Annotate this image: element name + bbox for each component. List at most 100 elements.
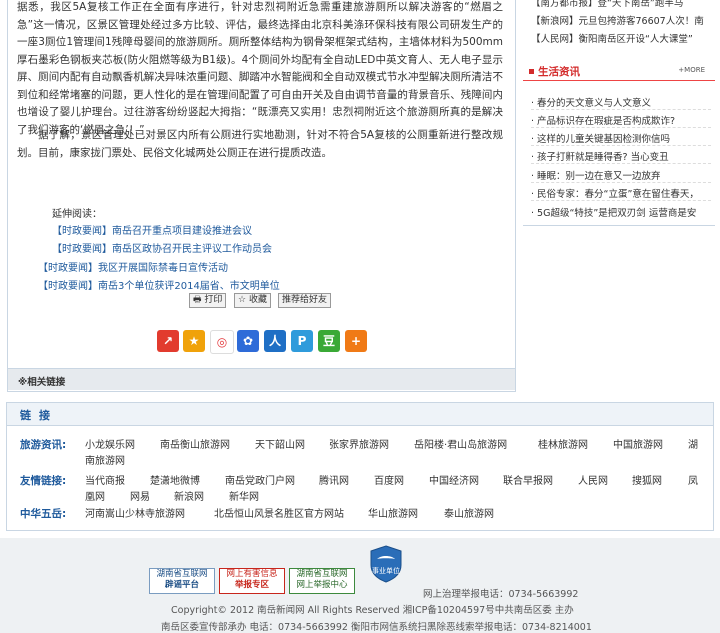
recommend-button[interactable]: 推荐给好友 bbox=[278, 293, 332, 308]
share-qzone-icon[interactable]: ★ bbox=[183, 330, 205, 352]
institution-shield-icon[interactable] bbox=[369, 545, 403, 583]
mountain-link[interactable]: 河南嵩山少林寺旅游网 bbox=[85, 505, 185, 520]
link-text: 南岳3个单位获评2014届省、市文明单位 bbox=[98, 281, 280, 292]
life-info-title: 生活资讯 bbox=[538, 66, 580, 78]
favorite-label: 收藏 bbox=[248, 295, 267, 305]
link-text: 南岳召开重点项目建设推进会议 bbox=[112, 226, 252, 237]
life-item-label: 产品标识存在瑕疵是否构成欺诈? bbox=[537, 116, 676, 127]
divider bbox=[531, 200, 711, 201]
sidebar-news-item[interactable]: 【南方都市报】登“天下南岳”跑半马 bbox=[531, 0, 683, 9]
friend-link[interactable]: 腾讯网 bbox=[319, 472, 349, 487]
travel-link[interactable]: 天下韶山网 bbox=[255, 436, 305, 451]
row-label-five-mountains: 中华五岳: bbox=[20, 508, 67, 520]
life-item-label: 这样的儿童关键基因检测你信吗 bbox=[537, 134, 671, 145]
share-baidu-icon[interactable]: ✿ bbox=[237, 330, 259, 352]
friend-link[interactable]: 搜狐网 bbox=[632, 472, 662, 487]
extended-link[interactable]: 【时政要闻】南岳召开重点项目建设推进会议 bbox=[52, 222, 252, 237]
harmful-info-report-badge[interactable]: 网上有害信息 举报专区 bbox=[219, 568, 285, 594]
life-item-label: 5G超级“特技”是把双刃剑 运营商是安 bbox=[537, 208, 697, 219]
extended-link[interactable]: 【时政要闻】我区开展国际禁毒日宣传活动 bbox=[38, 259, 228, 274]
sidebar-life-item[interactable]: · 睡眠：别一边在意又一边放弃 bbox=[531, 168, 661, 182]
life-item-label: 睡眠：别一边在意又一边放弃 bbox=[537, 171, 661, 182]
report-center-badge[interactable]: 湖南省互联网 网上举报中心 bbox=[289, 568, 355, 594]
link-tag: 【时政要闻】 bbox=[52, 244, 112, 255]
life-info-header: 生活资讯 +MORE bbox=[523, 60, 715, 81]
sidebar-news-item[interactable]: 【人民网】衡阳南岳区开设“人大课堂” bbox=[531, 31, 693, 45]
sidebar-life-item[interactable]: · 民俗专家：春分“立蛋”意在留住春天， bbox=[531, 186, 699, 200]
print-button[interactable]: 🖶 打印 bbox=[189, 293, 227, 308]
links-title: 链接 bbox=[20, 409, 58, 422]
shield-label: 事业单位 bbox=[372, 567, 400, 575]
travel-link[interactable]: 南岳衡山旅游网 bbox=[160, 436, 230, 451]
travel-link[interactable]: 南旅游网 bbox=[85, 452, 125, 467]
sidebar-life-item[interactable]: · 5G超级“特技”是把双刃剑 运营商是安 bbox=[531, 205, 696, 219]
sidebar-life-item[interactable]: · 这样的儿童关键基因检测你信吗 bbox=[531, 131, 670, 145]
badge-line: 辟谣平台 bbox=[164, 580, 199, 590]
copyright: Copyright© 2012 南岳新闻网 All Rights Reserve… bbox=[171, 605, 574, 616]
travel-link[interactable]: 中国旅游网 bbox=[613, 436, 663, 451]
links-panel: 链接 旅游资讯: 小龙娱乐网 南岳衡山旅游网 天下韶山网 张家界旅游网 岳阳楼·… bbox=[6, 402, 714, 531]
rumor-platform-badge[interactable]: 湖南省互联网 辟谣平台 bbox=[149, 568, 215, 594]
link-tag: 【时政要闻】 bbox=[38, 281, 98, 292]
extended-reading-title: 延伸阅读： bbox=[52, 209, 102, 220]
right-sidebar: 【南方都市报】登“天下南岳”跑半马 【新浪网】元旦包挎游客76607人次！南 【… bbox=[523, 0, 715, 226]
related-links-title: ※相关链接 bbox=[18, 377, 66, 388]
friend-link[interactable]: 当代商报 bbox=[85, 472, 125, 487]
row-label-travel: 旅游资讯: bbox=[20, 439, 67, 451]
friend-link[interactable]: 凤 bbox=[688, 472, 698, 487]
print-label: 打印 bbox=[204, 295, 223, 305]
red-square-icon bbox=[529, 69, 534, 74]
article-panel: 据悉，我区5A复核工作正在全面有序进行，针对忠烈祠附近急需重建旅游厕所以解决游客… bbox=[7, 0, 516, 392]
sidebar-life-item[interactable]: · 产品标识存在瑕疵是否构成欺诈? bbox=[531, 113, 675, 127]
friend-link[interactable]: 网易 bbox=[130, 488, 150, 503]
article-paragraph-2: 据了解，景区管理处已对景区内所有公厕进行实地勘测，针对不符合5A复核的公厕重新进… bbox=[17, 129, 503, 159]
sidebar-bottom-border bbox=[523, 225, 715, 226]
share-sina-weibo-icon[interactable]: ◎ bbox=[210, 330, 234, 354]
travel-link[interactable]: 小龙娱乐网 bbox=[85, 436, 135, 451]
friend-link[interactable]: 中国经济网 bbox=[429, 472, 479, 487]
more-label: MORE bbox=[684, 66, 705, 74]
friend-link[interactable]: 百度网 bbox=[374, 472, 404, 487]
links-header: 链接 bbox=[7, 403, 713, 426]
mountain-link[interactable]: 泰山旅游网 bbox=[444, 505, 494, 520]
friend-link[interactable]: 凰网 bbox=[85, 488, 105, 503]
mountain-link[interactable]: 北岳恒山风景名胜区官方网站 bbox=[214, 505, 344, 520]
divider bbox=[531, 182, 711, 183]
badge-line: 湖南省互联网 bbox=[156, 569, 208, 579]
travel-link[interactable]: 桂林旅游网 bbox=[538, 436, 588, 451]
life-item-label: 孩子打鼾就是睡得香? 当心变丑 bbox=[537, 152, 669, 163]
divider bbox=[531, 109, 711, 110]
contact-info: 南岳区委宣传部承办 电话：0734-5663992 衡阳市网信系统扫黑除恶线索举… bbox=[161, 622, 592, 633]
extended-link[interactable]: 【时政要闻】南岳区政协召开民主评议工作动员会 bbox=[52, 240, 272, 255]
life-item-label: 民俗专家：春分“立蛋”意在留住春天， bbox=[537, 189, 699, 200]
related-links-bar: ※相关链接 bbox=[8, 368, 515, 390]
friend-link[interactable]: 人民网 bbox=[578, 472, 608, 487]
sidebar-life-item[interactable]: · 春分的天文意义与人文意义 bbox=[531, 95, 651, 109]
friend-link[interactable]: 南岳党政门户网 bbox=[225, 472, 295, 487]
more-link[interactable]: +MORE bbox=[678, 66, 705, 74]
badge-line: 网上有害信息 bbox=[226, 569, 278, 579]
share-weibo-tencent-icon[interactable]: ↗ bbox=[157, 330, 179, 352]
share-more-icon[interactable]: + bbox=[345, 330, 367, 352]
badge-line: 网上举报中心 bbox=[296, 580, 348, 590]
friend-link[interactable]: 楚潇地微博 bbox=[150, 472, 200, 487]
travel-link[interactable]: 张家界旅游网 bbox=[329, 436, 389, 451]
share-renren-icon[interactable]: 人 bbox=[264, 330, 286, 352]
share-douban-icon[interactable]: 豆 bbox=[318, 330, 340, 352]
mountain-link[interactable]: 华山旅游网 bbox=[368, 505, 418, 520]
friend-link[interactable]: 新华网 bbox=[229, 488, 259, 503]
travel-link[interactable]: 湖 bbox=[688, 436, 698, 451]
sidebar-news-item[interactable]: 【新浪网】元旦包挎游客76607人次！南 bbox=[531, 13, 704, 27]
extended-link[interactable]: 【时政要闻】南岳3个单位获评2014届省、市文明单位 bbox=[38, 277, 280, 292]
badge-line: 湖南省互联网 bbox=[296, 569, 348, 579]
travel-link[interactable]: 岳阳楼·君山岛旅游网 bbox=[414, 436, 507, 451]
divider bbox=[531, 163, 711, 164]
article-paragraph-1: 据悉，我区5A复核工作正在全面有序进行，针对忠烈祠附近急需重建旅游厕所以解决游客… bbox=[17, 1, 503, 136]
share-p-icon[interactable]: P bbox=[291, 330, 313, 352]
divider bbox=[531, 127, 711, 128]
sidebar-life-item[interactable]: · 孩子打鼾就是睡得香? 当心变丑 bbox=[531, 149, 669, 163]
report-phone: 网上治理举报电话：0734-5663992 bbox=[423, 589, 579, 600]
friend-link[interactable]: 联合早报网 bbox=[503, 472, 553, 487]
friend-link[interactable]: 新浪网 bbox=[174, 488, 204, 503]
favorite-button[interactable]: ☆ 收藏 bbox=[234, 293, 271, 308]
